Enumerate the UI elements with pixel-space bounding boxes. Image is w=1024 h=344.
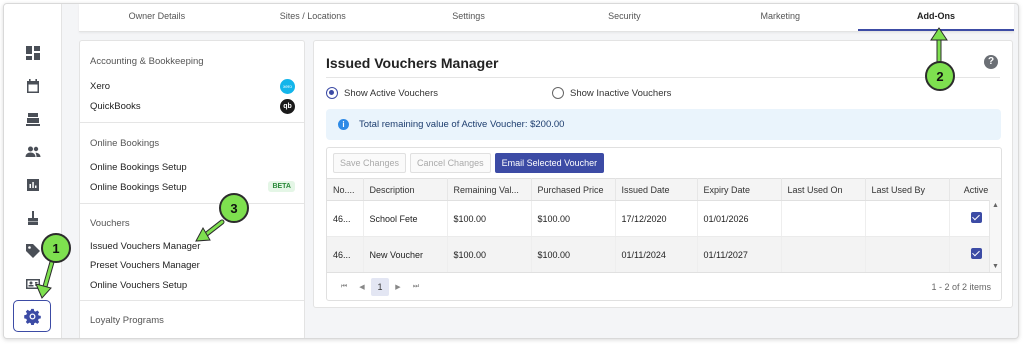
radio-show-inactive[interactable]: Show Inactive Vouchers: [552, 87, 671, 99]
settings-tabs: Owner Details Sites / Locations Settings…: [79, 4, 1014, 32]
cell-description: School Fete: [363, 200, 448, 237]
menu-item-online-bookings-setup-beta[interactable]: Online Bookings Setup: [90, 182, 187, 193]
column-header[interactable]: Description: [363, 178, 448, 201]
menu-item-online-bookings-setup[interactable]: Online Bookings Setup: [90, 162, 187, 173]
id-card-icon[interactable]: [22, 273, 44, 295]
section-title-online-bookings: Online Bookings: [90, 138, 160, 149]
column-header[interactable]: Expiry Date: [697, 178, 782, 201]
table-row[interactable]: 46... School Fete $100.00 $100.00 17/12/…: [327, 200, 1001, 237]
info-icon: i: [338, 119, 349, 130]
callout-badge-1: 1: [41, 233, 71, 263]
divider: [80, 122, 304, 123]
people-icon[interactable]: [22, 141, 44, 163]
prev-page-icon[interactable]: ◀: [353, 283, 371, 291]
cell-expiry: 01/01/2026: [697, 200, 782, 237]
column-header[interactable]: Purchased Price: [531, 178, 616, 201]
register-icon[interactable]: [22, 108, 44, 130]
cell-description: New Voucher: [363, 236, 448, 273]
divider: [80, 203, 304, 204]
page-title: Issued Vouchers Manager: [326, 55, 499, 71]
cell-issued: 01/11/2024: [615, 236, 698, 273]
section-title-vouchers: Vouchers: [90, 218, 130, 229]
menu-item-xero[interactable]: Xero: [90, 81, 110, 92]
dashboard-icon[interactable]: [22, 42, 44, 64]
column-header[interactable]: Issued Date: [615, 178, 698, 201]
menu-item-online-vouchers-setup[interactable]: Online Vouchers Setup: [90, 280, 187, 291]
section-title-accounting: Accounting & Bookkeeping: [90, 56, 204, 67]
broom-icon[interactable]: [22, 207, 44, 229]
gear-icon: [23, 308, 41, 325]
callout-badge-2: 2: [925, 61, 955, 91]
add-ons-menu: Accounting & Bookkeeping Xero xero Quick…: [79, 40, 305, 338]
radio-label: Show Active Vouchers: [344, 87, 438, 99]
tab-owner-details[interactable]: Owner Details: [79, 4, 235, 31]
cell-last-used-by: [865, 200, 950, 237]
tab-marketing[interactable]: Marketing: [702, 4, 858, 31]
cell-price: $100.00: [531, 200, 616, 237]
radio-selected-icon: [326, 87, 338, 99]
divider: [80, 300, 304, 301]
next-page-icon[interactable]: ▶: [389, 283, 407, 291]
page-number-button[interactable]: 1: [371, 277, 389, 296]
tab-add-ons[interactable]: Add-Ons: [858, 4, 1014, 31]
settings-gear-button[interactable]: [13, 300, 51, 332]
report-icon[interactable]: [22, 174, 44, 196]
xero-logo: xero: [280, 79, 295, 94]
cell-number: 46...: [327, 200, 364, 237]
grid-toolbar: Save Changes Cancel Changes Email Select…: [327, 148, 1001, 178]
vouchers-table: No.... Description Remaining Val... Purc…: [327, 178, 1001, 273]
menu-item-issued-vouchers-manager[interactable]: Issued Vouchers Manager: [90, 241, 200, 252]
column-header[interactable]: Last Used On: [781, 178, 866, 201]
beta-badge: BETA: [268, 181, 295, 192]
items-count: 1 - 2 of 2 items: [931, 281, 991, 292]
radio-show-active[interactable]: Show Active Vouchers: [326, 87, 438, 99]
last-page-icon[interactable]: ⏭: [407, 283, 425, 291]
divider: [326, 77, 1000, 78]
tab-security[interactable]: Security: [546, 4, 702, 31]
pagination: ⏮ ◀ 1 ▶ ⏭ 1 - 2 of 2 items: [327, 272, 1001, 300]
table-header-row: No.... Description Remaining Val... Purc…: [327, 178, 1001, 201]
menu-item-quickbooks[interactable]: QuickBooks: [90, 101, 141, 112]
cell-remaining: $100.00: [447, 236, 532, 273]
cell-issued: 17/12/2020: [615, 200, 698, 237]
cell-last-used-by: [865, 236, 950, 273]
cell-last-used-on: [781, 200, 866, 237]
menu-item-preset-vouchers-manager[interactable]: Preset Vouchers Manager: [90, 260, 200, 271]
first-page-icon[interactable]: ⏮: [335, 283, 353, 291]
app-window: Owner Details Sites / Locations Settings…: [3, 3, 1019, 339]
callout-badge-3: 3: [219, 193, 249, 223]
help-icon[interactable]: ?: [984, 55, 998, 69]
table-row[interactable]: 46... New Voucher $100.00 $100.00 01/11/…: [327, 236, 1001, 273]
active-checkbox[interactable]: [970, 212, 982, 223]
cell-expiry: 01/11/2027: [697, 236, 782, 273]
issued-vouchers-card: Issued Vouchers Manager ? Show Active Vo…: [313, 40, 1013, 308]
scroll-down-icon[interactable]: ▼: [992, 263, 999, 270]
cell-number: 46...: [327, 236, 364, 273]
vouchers-grid: Save Changes Cancel Changes Email Select…: [326, 147, 1002, 301]
scroll-up-icon[interactable]: ▲: [992, 202, 999, 209]
column-header[interactable]: No....: [327, 178, 364, 201]
active-checkbox[interactable]: [970, 248, 982, 259]
nav-rail: [4, 4, 62, 338]
tab-settings[interactable]: Settings: [391, 4, 547, 31]
column-header[interactable]: Remaining Val...: [447, 178, 532, 201]
cell-remaining: $100.00: [447, 200, 532, 237]
cancel-changes-button[interactable]: Cancel Changes: [410, 153, 491, 173]
cell-price: $100.00: [531, 236, 616, 273]
column-header[interactable]: Last Used By: [865, 178, 950, 201]
cell-last-used-on: [781, 236, 866, 273]
calendar-icon[interactable]: [22, 75, 44, 97]
column-header[interactable]: Active: [949, 178, 1001, 201]
info-text: Total remaining value of Active Voucher:…: [359, 119, 565, 130]
quickbooks-logo: qb: [280, 99, 295, 114]
info-banner: i Total remaining value of Active Vouche…: [326, 109, 1001, 140]
grid-scrollbar[interactable]: ▲ ▼: [989, 200, 1001, 272]
radio-unselected-icon: [552, 87, 564, 99]
tab-sites-locations[interactable]: Sites / Locations: [235, 4, 391, 31]
section-title-loyalty: Loyalty Programs: [90, 315, 164, 326]
save-changes-button[interactable]: Save Changes: [333, 153, 407, 173]
radio-label: Show Inactive Vouchers: [570, 87, 672, 99]
email-selected-voucher-button[interactable]: Email Selected Voucher: [494, 153, 605, 173]
